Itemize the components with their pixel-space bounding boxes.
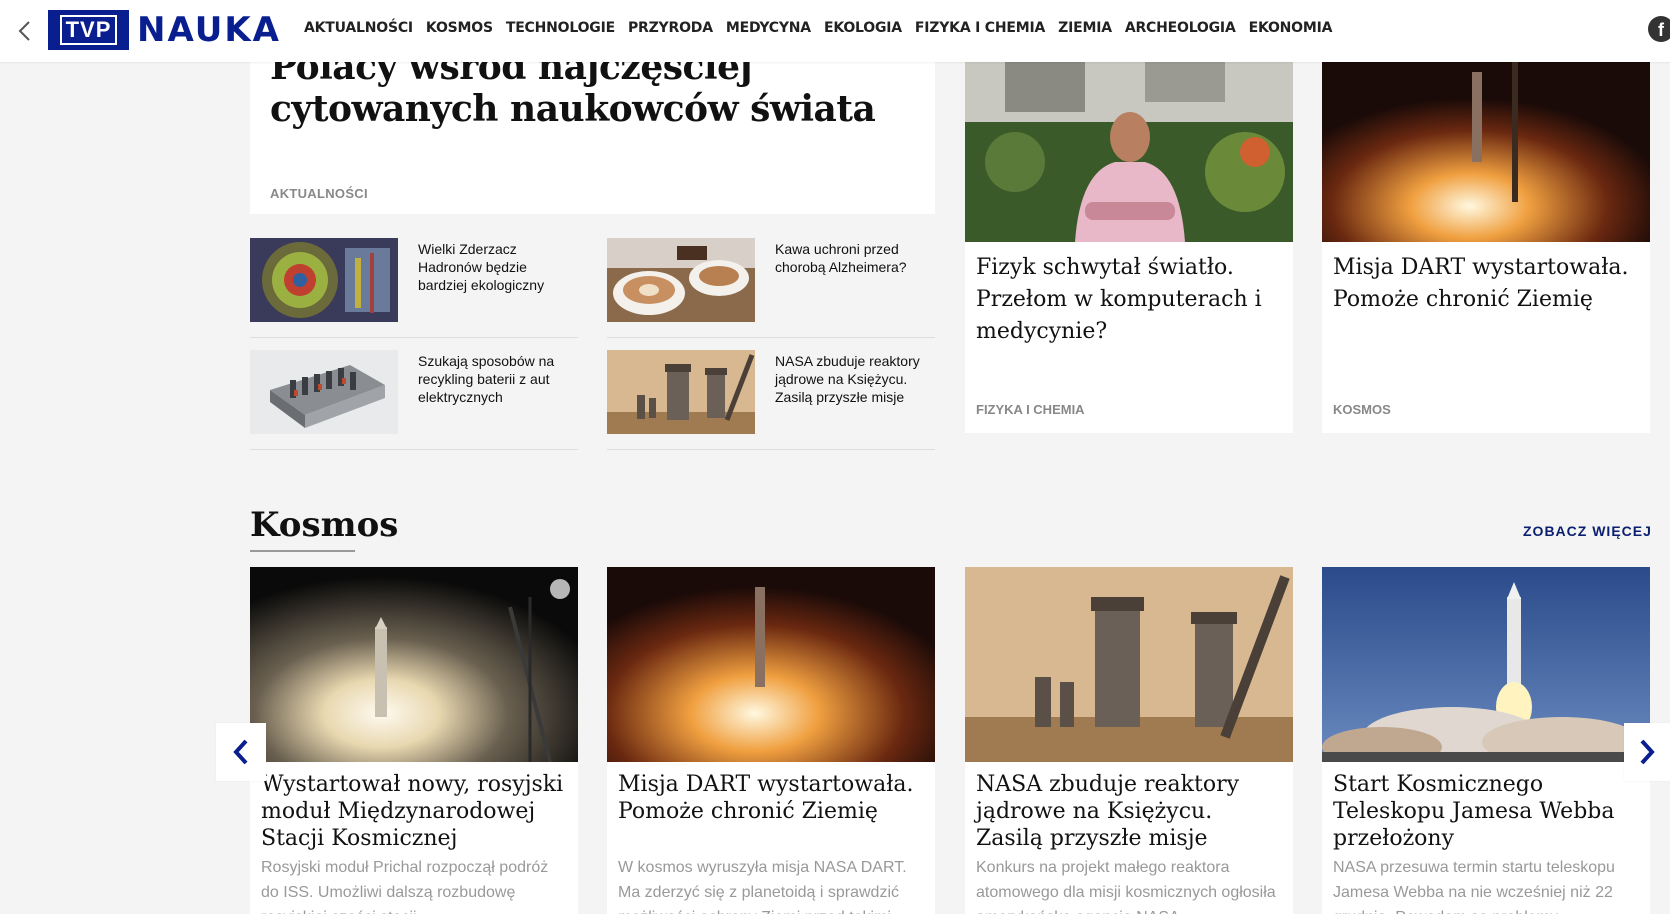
feature-card-title[interactable]: Misja DART wystartowała. Pomoże chronić … xyxy=(1333,252,1633,316)
chevron-right-icon xyxy=(1640,739,1655,765)
back-arrow-icon[interactable] xyxy=(12,18,38,44)
see-more-link[interactable]: ZOBACZ WIĘCEJ xyxy=(1523,523,1652,539)
nav-ekologia[interactable]: EKOLOGIA xyxy=(824,20,902,36)
dart-launch-image xyxy=(607,567,935,762)
feature-card-category[interactable]: KOSMOS xyxy=(1333,402,1391,417)
feature-card-category[interactable]: FIZYKA I CHEMIA xyxy=(976,402,1085,417)
reactor-thumbnail xyxy=(607,350,755,434)
nav-technologie[interactable]: TECHNOLOGIE xyxy=(506,20,615,36)
section-underline xyxy=(250,550,355,552)
tvp-nauka-logo[interactable]: TVP NAUKA xyxy=(48,10,281,50)
section-title-kosmos[interactable]: Kosmos xyxy=(250,505,398,545)
nav-ekonomia[interactable]: EKONOMIA xyxy=(1249,20,1333,36)
facebook-icon[interactable]: f xyxy=(1648,16,1670,42)
kosmos-card[interactable]: NASA zbuduje reaktory jądrowe na Księżyc… xyxy=(965,567,1293,914)
chevron-left-icon xyxy=(233,739,248,765)
list-item[interactable]: Szukają sposobów na recykling baterii z … xyxy=(250,350,578,450)
lead-article-category[interactable]: AKTUALNOŚCI xyxy=(270,186,368,201)
kosmos-card-desc: NASA przesuwa termin startu teleskopu Ja… xyxy=(1333,859,1615,914)
list-item-title[interactable]: Szukają sposobów na recykling baterii z … xyxy=(418,352,578,406)
ariane-launch-image xyxy=(1322,567,1650,767)
kosmos-card[interactable]: Wystartował nowy, rosyjski moduł Międzyn… xyxy=(250,567,578,914)
kosmos-card-desc: W kosmos wyruszyła misja NASA DART. Ma z… xyxy=(618,859,907,914)
tvp-logo: TVP xyxy=(48,10,129,50)
tvp-logo-text: TVP xyxy=(59,15,118,45)
nav-medycyna[interactable]: MEDYCYNA xyxy=(726,20,811,36)
soyuz-launch-image xyxy=(250,567,578,763)
lhc-thumbnail xyxy=(250,238,398,322)
main-nav: AKTUALNOŚCI KOSMOS TECHNOLOGIE PRZYRODA … xyxy=(304,20,1345,36)
kosmos-card-title[interactable]: Wystartował nowy, rosyjski moduł Międzyn… xyxy=(261,771,571,852)
kosmos-card-title[interactable]: Misja DART wystartowała. Pomoże chronić … xyxy=(618,771,928,825)
feature-card[interactable]: Misja DART wystartowała. Pomoże chronić … xyxy=(1322,62,1650,433)
nav-fizyka-i-chemia[interactable]: FIZYKA I CHEMIA xyxy=(915,20,1045,36)
kosmos-card-title[interactable]: Start Kosmicznego Teleskopu Jamesa Webba… xyxy=(1333,771,1643,852)
nauka-logo-text: NAUKA xyxy=(137,10,281,50)
nav-aktualnosci[interactable]: AKTUALNOŚCI xyxy=(304,20,413,36)
list-item[interactable]: Wielki Zderzacz Hadronów będzie bardziej… xyxy=(250,238,578,338)
kosmos-card[interactable]: Misja DART wystartowała. Pomoże chronić … xyxy=(607,567,935,914)
carousel-next-button[interactable] xyxy=(1624,723,1670,781)
nav-kosmos[interactable]: KOSMOS xyxy=(426,20,493,36)
kosmos-card-title[interactable]: NASA zbuduje reaktory jądrowe na Księżyc… xyxy=(976,771,1286,852)
battery-thumbnail xyxy=(250,350,398,434)
coffee-thumbnail xyxy=(607,238,755,322)
nav-ziemia[interactable]: ZIEMIA xyxy=(1058,20,1112,36)
feature-card[interactable]: Fizyk schwytał światło. Przełom w komput… xyxy=(965,62,1293,433)
reactor-image xyxy=(965,567,1293,762)
kosmos-card-desc: Konkurs na projekt małego reaktora atomo… xyxy=(976,859,1276,914)
physicist-image xyxy=(965,62,1293,242)
list-item-title[interactable]: NASA zbuduje reaktory jądrowe na Księżyc… xyxy=(775,352,935,406)
nav-archeologia[interactable]: ARCHEOLOGIA xyxy=(1125,20,1236,36)
carousel-prev-button[interactable] xyxy=(216,723,266,781)
dart-launch-image xyxy=(1322,62,1650,242)
list-item-title[interactable]: Kawa uchroni przed chorobą Alzheimera? xyxy=(775,240,935,276)
top-navigation-bar: TVP NAUKA AKTUALNOŚCI KOSMOS TECHNOLOGIE… xyxy=(0,0,1670,62)
kosmos-card[interactable]: Start Kosmicznego Teleskopu Jamesa Webba… xyxy=(1322,567,1650,914)
feature-card-title[interactable]: Fizyk schwytał światło. Przełom w komput… xyxy=(976,252,1276,348)
list-item[interactable]: NASA zbuduje reaktory jądrowe na Księżyc… xyxy=(607,350,935,450)
list-item-title[interactable]: Wielki Zderzacz Hadronów będzie bardziej… xyxy=(418,240,578,294)
nav-przyroda[interactable]: PRZYRODA xyxy=(628,20,713,36)
lead-article-card[interactable]: Polacy wśród najczęściej cytowanych nauk… xyxy=(250,40,935,214)
kosmos-card-desc: Rosyjski moduł Prichal rozpoczął podróż … xyxy=(261,859,549,914)
list-item[interactable]: Kawa uchroni przed chorobą Alzheimera? xyxy=(607,238,935,338)
